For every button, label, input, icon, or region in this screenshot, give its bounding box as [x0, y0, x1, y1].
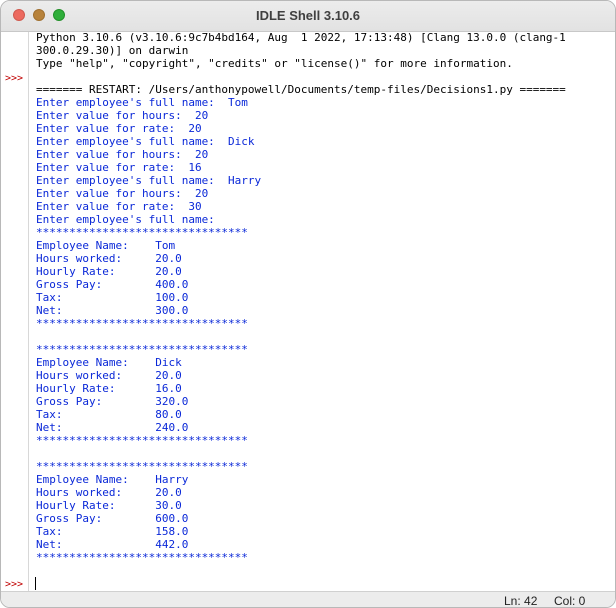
column-number-status: Col: 0 [554, 594, 586, 608]
shell-output-line: Type "help", "copyright", "credits" or "… [36, 57, 513, 70]
shell-output-line: Net: 300.0 [36, 304, 189, 317]
shell-prompt-2: >>> [5, 579, 24, 590]
prompt-gutter: >>> >>> [1, 32, 29, 591]
shell-output-line: Net: 442.0 [36, 538, 189, 551]
title-bar[interactable]: IDLE Shell 3.10.6 [1, 1, 615, 32]
shell-output-line: Enter value for rate: 30 [36, 200, 202, 213]
shell-output-line: Tax: 100.0 [36, 291, 189, 304]
shell-output-line: Employee Name: Tom [36, 239, 176, 252]
shell-output-line: ******************************** [36, 551, 248, 564]
shell-output-line: Gross Pay: 320.0 [36, 395, 189, 408]
shell-text-area[interactable]: Python 3.10.6 (v3.10.6:9c7b4bd164, Aug 1… [36, 31, 606, 591]
shell-output-line: Net: 240.0 [36, 421, 189, 434]
text-cursor [35, 577, 36, 590]
shell-output-line: Hours worked: 20.0 [36, 252, 182, 265]
shell-output-line: Enter value for rate: 20 [36, 122, 202, 135]
shell-output-line: Python 3.10.6 (v3.10.6:9c7b4bd164, Aug 1… [36, 31, 566, 44]
shell-prompt-1: >>> [5, 73, 24, 84]
shell-output-line: Hourly Rate: 20.0 [36, 265, 182, 278]
shell-output-line: Gross Pay: 600.0 [36, 512, 189, 525]
shell-output-line: 300.0.29.30)] on darwin [36, 44, 189, 57]
shell-output-line: Enter value for hours: 20 [36, 109, 209, 122]
shell-output-line: Tax: 158.0 [36, 525, 189, 538]
idle-shell-window: IDLE Shell 3.10.6 >>> >>> Python 3.10.6 … [0, 0, 616, 608]
shell-output-line: ******************************** [36, 226, 248, 239]
shell-output-line: Employee Name: Dick [36, 356, 182, 369]
shell-output-line: ======= RESTART: /Users/anthonypowell/Do… [36, 83, 566, 96]
shell-output-line: Enter employee's full name: Tom [36, 96, 248, 109]
shell-output-line: Hours worked: 20.0 [36, 369, 182, 382]
shell-output-line: ******************************** [36, 317, 248, 330]
shell-output-line: Gross Pay: 400.0 [36, 278, 189, 291]
shell-output-line: Enter employee's full name: Harry [36, 174, 262, 187]
shell-output-line: Enter value for hours: 20 [36, 187, 209, 200]
shell-output-line: Hourly Rate: 30.0 [36, 499, 182, 512]
shell-output-line: Hourly Rate: 16.0 [36, 382, 182, 395]
status-bar: Ln: 42 Col: 0 [1, 591, 615, 608]
window-title: IDLE Shell 3.10.6 [255, 8, 361, 23]
shell-output-line: ******************************** [36, 434, 248, 447]
shell-output-line: Enter value for hours: 20 [36, 148, 209, 161]
shell-output-line: Enter value for rate: 16 [36, 161, 202, 174]
line-number-status: Ln: 42 [504, 594, 538, 608]
shell-output-line: Employee Name: Harry [36, 473, 189, 486]
shell-output-line: Enter employee's full name: [36, 213, 215, 226]
shell-output-line: Hours worked: 20.0 [36, 486, 182, 499]
shell-output-line: ******************************** [36, 460, 248, 473]
shell-output-line: Tax: 80.0 [36, 408, 182, 421]
shell-output-line: Enter employee's full name: Dick [36, 135, 255, 148]
shell-output-line: ******************************** [36, 343, 248, 356]
